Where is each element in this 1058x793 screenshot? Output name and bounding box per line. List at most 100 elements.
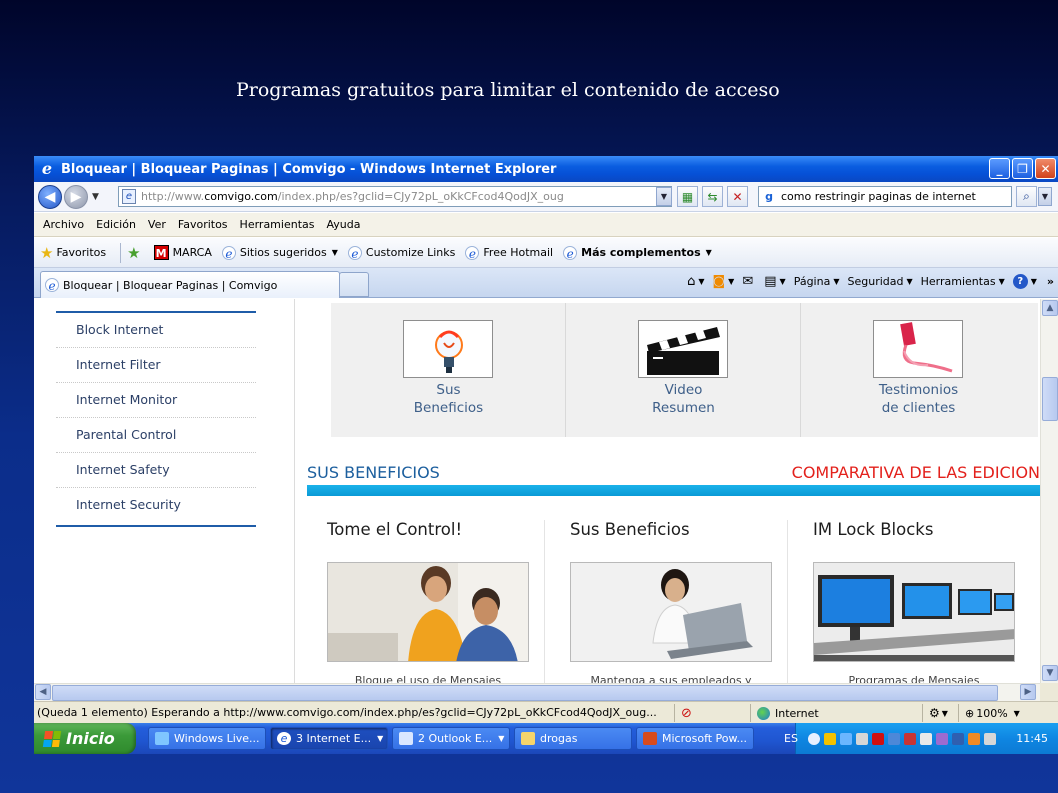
sidebar-item-block-internet[interactable]: Block Internet xyxy=(56,313,256,348)
print-button[interactable]: ▤ ▼ xyxy=(764,274,785,289)
taskbar-item-internet-explorer[interactable]: e 3 Internet E... ▼ xyxy=(270,727,388,750)
feature-tiles: Sus Beneficios Video Resumen Testimonios… xyxy=(331,303,1038,437)
add-favorite-button[interactable]: ★ xyxy=(125,244,143,262)
maximize-button[interactable]: ❐ xyxy=(1012,158,1033,179)
messenger-icon[interactable] xyxy=(935,732,948,745)
tab-label: Bloquear | Bloquear Paginas | Comvigo xyxy=(63,278,278,292)
pen-image xyxy=(873,320,963,378)
menu-ver[interactable]: Ver xyxy=(148,218,166,231)
security-menu[interactable]: Seguridad ▼ xyxy=(847,275,912,288)
minimize-button[interactable]: _ xyxy=(989,158,1010,179)
stop-icon[interactable]: ✕ xyxy=(727,186,748,207)
column-im-lock-blocks: IM Lock Blocks Programas de Mensajes xyxy=(793,520,1025,683)
woman-laptop-photo xyxy=(570,562,772,662)
scroll-up-button[interactable]: ▲ xyxy=(1042,300,1058,316)
history-dropdown-icon[interactable]: ▼ xyxy=(92,192,99,202)
tile-sus-beneficios[interactable]: Sus Beneficios xyxy=(331,303,566,437)
tile-testimonios[interactable]: Testimonios de clientes xyxy=(801,303,1036,437)
network-icon[interactable] xyxy=(839,732,852,745)
forward-button[interactable]: ▶ xyxy=(64,184,88,209)
taskbar-item-windows-live[interactable]: Windows Live... xyxy=(148,727,266,750)
language-indicator[interactable]: ES xyxy=(784,732,798,745)
zoom-icon: ⊕ xyxy=(965,706,975,720)
favorites-label: Favoritos xyxy=(56,246,107,259)
scroll-down-button[interactable]: ▼ xyxy=(1042,665,1058,681)
menu-archivo[interactable]: Archivo xyxy=(43,218,84,231)
zoom-control[interactable]: ⊕ 100% ▼ xyxy=(958,704,1058,722)
add-favorite-icon: ★ xyxy=(127,243,141,262)
clock: 11:45 xyxy=(1016,732,1048,745)
taskbar-item-powerpoint[interactable]: Microsoft Pow... xyxy=(636,727,754,750)
updates-icon[interactable] xyxy=(967,732,980,745)
taskbar-item-outlook[interactable]: 2 Outlook E... ▼ xyxy=(392,727,510,750)
printer-tray-icon[interactable] xyxy=(855,732,868,745)
column-caption: Bloque el uso de Mensajes xyxy=(354,675,502,683)
menu-herramientas[interactable]: Herramientas xyxy=(240,218,315,231)
feeds-button[interactable]: ◙ ▼ xyxy=(713,274,735,289)
scroll-right-button[interactable]: ▶ xyxy=(1020,684,1036,700)
antivirus-icon[interactable] xyxy=(871,732,884,745)
address-dropdown-button[interactable]: ▼ xyxy=(656,187,672,206)
fav-link-free-hotmail[interactable]: e Free Hotmail xyxy=(465,245,553,261)
section-heading-comparativa[interactable]: COMPARATIVA DE LAS EDICION xyxy=(792,463,1040,482)
shield-icon[interactable] xyxy=(823,732,836,745)
monitor-icon[interactable] xyxy=(983,732,996,745)
search-input[interactable]: g como restringir paginas de internet xyxy=(758,186,1012,207)
sidebar-item-internet-monitor[interactable]: Internet Monitor xyxy=(56,383,256,418)
tools-menu[interactable]: Herramientas ▼ xyxy=(921,275,1005,288)
column-title: Sus Beneficios xyxy=(570,520,690,539)
url-prefix: http://www. xyxy=(141,190,205,203)
horizontal-scrollbar[interactable]: ◀ ▶ xyxy=(34,683,1040,701)
alert-icon[interactable] xyxy=(903,732,916,745)
start-button[interactable]: Inicio xyxy=(34,723,136,754)
fav-link-sitios-sugeridos[interactable]: e Sitios sugeridos ▼ xyxy=(221,245,338,261)
menu-ayuda[interactable]: Ayuda xyxy=(326,218,360,231)
window-title-bar[interactable]: e Bloquear | Bloquear Paginas | Comvigo … xyxy=(34,156,1058,182)
tray-expand-icon[interactable] xyxy=(807,732,820,745)
sidebar-item-internet-security[interactable]: Internet Security xyxy=(56,488,256,523)
menu-edicion[interactable]: Edición xyxy=(96,218,136,231)
sidebar-item-internet-safety[interactable]: Internet Safety xyxy=(56,453,256,488)
divider xyxy=(544,520,545,683)
compatibility-icon[interactable]: ▦ xyxy=(677,186,698,207)
new-tab-button[interactable] xyxy=(339,272,369,297)
browser-screenshot: e Bloquear | Bloquear Paginas | Comvigo … xyxy=(34,156,1058,754)
search-options-dropdown[interactable]: ▼ xyxy=(1038,187,1052,206)
display-icon[interactable] xyxy=(951,732,964,745)
globe-icon xyxy=(757,706,770,720)
vertical-scrollbar[interactable]: ▲ ▼ xyxy=(1040,299,1058,683)
zone-segment[interactable]: Internet xyxy=(750,704,922,722)
home-button[interactable]: ⌂ ▼ xyxy=(687,274,704,289)
tools-menu-label: Herramientas xyxy=(920,275,996,288)
more-commands-button[interactable]: » xyxy=(1047,275,1054,288)
protected-mode-segment[interactable]: ⚙ ▼ xyxy=(922,704,958,722)
address-field[interactable]: e http://www. comvigo.com/index.php/es?gc… xyxy=(118,186,672,207)
scroll-left-button[interactable]: ◀ xyxy=(35,684,51,700)
chevron-down-icon: ▼ xyxy=(331,248,338,257)
connection-icon[interactable] xyxy=(887,732,900,745)
favorites-button[interactable]: ★ Favoritos xyxy=(34,244,106,262)
close-button[interactable]: ✕ xyxy=(1035,158,1056,179)
fav-link-customize-links[interactable]: e Customize Links xyxy=(347,245,455,261)
fav-label-sitios: Sitios sugeridos xyxy=(239,246,327,259)
sidebar-item-parental-control[interactable]: Parental Control xyxy=(56,418,256,453)
fav-link-marca[interactable]: M MARCA xyxy=(153,245,212,260)
tab-comvigo[interactable]: e Bloquear | Bloquear Paginas | Comvigo xyxy=(40,271,340,298)
popup-blocker-segment[interactable]: ⊘ xyxy=(674,704,750,722)
web-page-content: Block Internet Internet Filter Internet … xyxy=(34,299,1040,683)
help-menu[interactable]: ? ▼ xyxy=(1012,274,1037,289)
search-button[interactable]: ⌕ xyxy=(1016,186,1037,207)
menu-favoritos[interactable]: Favoritos xyxy=(178,218,228,231)
scroll-thumb[interactable] xyxy=(1042,377,1058,421)
volume-icon[interactable] xyxy=(919,732,932,745)
blocked-icon: ⊘ xyxy=(681,705,692,721)
horizontal-scroll-thumb[interactable] xyxy=(52,685,998,701)
back-button[interactable]: ◀ xyxy=(38,184,62,209)
taskbar-item-drogas[interactable]: drogas xyxy=(514,727,632,750)
mail-button[interactable]: ✉ xyxy=(742,274,756,289)
fav-link-mas-complementos[interactable]: e Más complementos ▼ xyxy=(563,245,712,261)
sidebar-item-internet-filter[interactable]: Internet Filter xyxy=(56,348,256,383)
page-menu[interactable]: Página ▼ xyxy=(794,275,840,288)
refresh-icon[interactable]: ⇆ xyxy=(702,186,723,207)
tile-video-resumen[interactable]: Video Resumen xyxy=(566,303,801,437)
